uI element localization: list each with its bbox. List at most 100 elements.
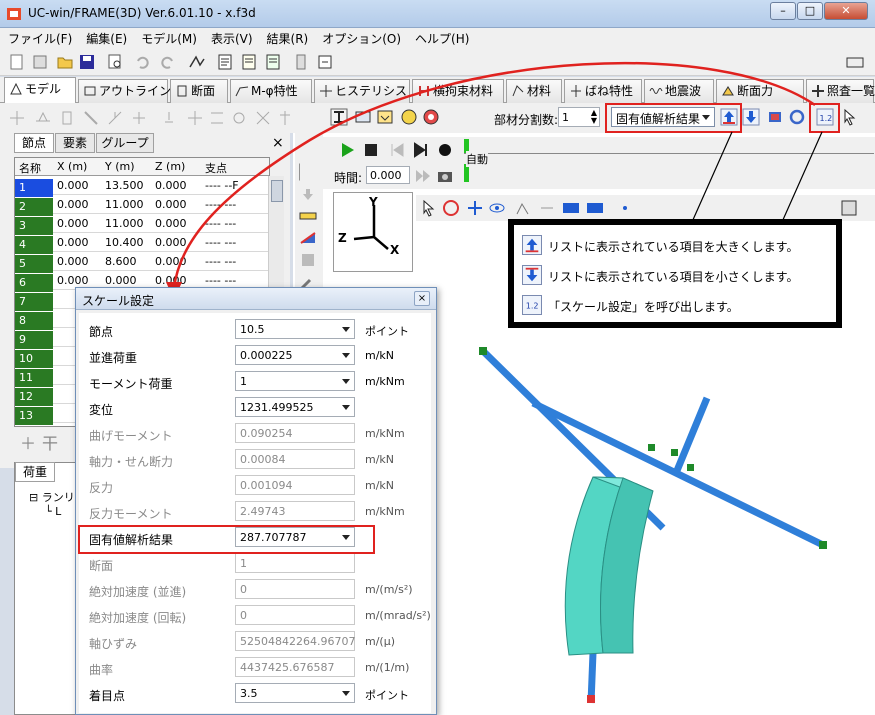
row-name-cell[interactable]: 5 [15,255,53,273]
row-name-cell[interactable]: 8 [15,312,53,330]
chevron-down-icon[interactable] [342,327,350,332]
undo-icon[interactable] [134,53,152,71]
row-name-cell[interactable]: 11 [15,369,53,387]
tab-load[interactable]: 荷重 [15,462,55,482]
chevron-down-icon[interactable] [342,405,350,410]
field-input: 2.49743 [235,501,355,521]
field-combo[interactable]: 1 [235,371,355,391]
scale-settings-icon: 1.2 [522,295,542,315]
menu-view[interactable]: 表示(V) [203,28,259,47]
cell-x[interactable]: 0.000 [57,255,89,268]
field-value: 1 [240,375,247,388]
dialog-close-button[interactable]: × [414,291,430,306]
tab-groups[interactable]: グループ [96,133,154,153]
add-member-icon[interactable] [82,109,100,127]
minimize-button[interactable]: – [770,2,796,20]
tree-branch-icon: └ [45,505,56,518]
model-icon [10,82,22,95]
tree-node-child[interactable]: └ L [45,505,61,518]
scale-field-row: 反力 0.001094 m/kN [79,472,431,498]
split-member-icon[interactable] [106,109,124,127]
row-name-cell[interactable]: 4 [15,236,53,254]
tab-model[interactable]: モデル [4,77,76,103]
scale-field-row: 軸ひずみ 52504842264.96707 m/(μ) [79,628,431,654]
row-name-cell[interactable]: 1 [15,179,53,197]
tab-elements[interactable]: 要素 [55,133,95,153]
row-name-cell[interactable]: 3 [15,217,53,235]
tree-node-run[interactable]: ⊟ ランリ [29,489,75,505]
cell-y[interactable]: 8.600 [105,255,137,268]
row-name-cell[interactable]: 13 [15,407,53,425]
load-panel: 荷重 ⊟ ランリ └ L [14,462,84,715]
open-folder-icon[interactable] [56,53,74,71]
save-icon[interactable] [78,53,96,71]
row-name-cell[interactable]: 9 [15,331,53,349]
menu-model[interactable]: モデル(M) [133,28,203,47]
field-unit: m/(1/m) [365,661,410,674]
dialog-title: スケール設定 [82,294,155,308]
field-input: 4437425.676587 [235,657,355,677]
scale-field-row: 絶対加速度 (回転) 0 m/(mrad/s²) [79,602,431,628]
row-name-cell[interactable]: 10 [15,350,53,368]
field-value: 3.5 [240,687,258,700]
move-icon[interactable] [130,109,148,127]
scale-field-row: 着目点 3.5 ポイント [79,680,431,706]
delete-node-icon[interactable] [58,109,76,127]
field-combo[interactable]: 10.5 [235,319,355,339]
add-row-icon[interactable]: ＋ [20,430,36,454]
chevron-down-icon[interactable] [342,379,350,384]
chevron-down-icon[interactable] [342,353,350,358]
leader-line [691,131,733,223]
row-name-cell[interactable]: 12 [15,388,53,406]
field-label: 軸力・せん断力 [89,455,174,469]
tab-outline[interactable]: アウトライン [78,79,171,103]
scale-field-row: モーメント荷重 1 m/kNm [79,368,431,394]
field-value: 0 [240,583,247,596]
outline-icon [84,86,96,96]
new-file-icon[interactable] [8,53,26,71]
row-name-cell[interactable]: 6 [15,274,53,292]
row-name-cell[interactable]: 2 [15,198,53,216]
menu-help[interactable]: ヘルプ(H) [407,28,475,47]
cell-x[interactable]: 0.000 [57,179,89,192]
node-on-member-icon[interactable] [34,109,52,127]
menu-result[interactable]: 結果(R) [259,28,315,47]
print-preview-icon[interactable] [106,53,124,71]
field-combo[interactable]: 3.5 [235,683,355,703]
menu-option[interactable]: オプション(O) [314,28,407,47]
cell-x[interactable]: 0.000 [57,274,89,287]
insert-row-icon[interactable]: 干 [42,430,58,454]
field-value: 52504842264.96707 [240,635,356,648]
keyboard-icon[interactable] [846,53,864,71]
add-node-icon[interactable] [8,109,26,127]
node-marker [819,541,827,549]
field-combo[interactable]: 0.000225 [235,345,355,365]
scale-down-icon [522,265,542,285]
cell-y[interactable]: 11.000 [105,217,144,230]
dialog-title-bar[interactable]: スケール設定 × [76,288,436,310]
tree-expand-icon[interactable]: ⊟ [29,491,42,504]
tab-nodes[interactable]: 節点 [14,133,54,153]
cell-y[interactable]: 13.500 [105,179,144,192]
maximize-button[interactable]: □ [797,2,823,20]
node-marker [479,347,487,355]
dialog-body: 節点 10.5 ポイント 並進荷重 0.000225 m/kN モーメント荷重 1 m/kNm 変… [79,313,431,713]
scale-settings-dialog: スケール設定 × 節点 10.5 ポイント 並進荷重 0.000225 m/kN モーメント… [75,287,437,715]
field-combo[interactable]: 1231.499525 [235,397,355,417]
field-input: 0.00084 [235,449,355,469]
cursor-select-icon[interactable] [842,108,860,126]
cell-x[interactable]: 0.000 [57,198,89,211]
chevron-down-icon[interactable] [342,691,350,696]
menu-edit[interactable]: 編集(E) [78,28,133,47]
cell-y[interactable]: 10.400 [105,236,144,249]
cell-x[interactable]: 0.000 [57,217,89,230]
close-button[interactable]: ✕ [824,2,868,20]
cell-y[interactable]: 11.000 [105,198,144,211]
field-label: 軸ひずみ [89,637,138,651]
field-input: 0 [235,579,355,599]
cell-y[interactable]: 0.000 [105,274,137,287]
template-icon[interactable] [32,53,50,71]
menu-file[interactable]: ファイル(F) [0,28,78,47]
cell-x[interactable]: 0.000 [57,236,89,249]
row-name-cell[interactable]: 7 [15,293,53,311]
